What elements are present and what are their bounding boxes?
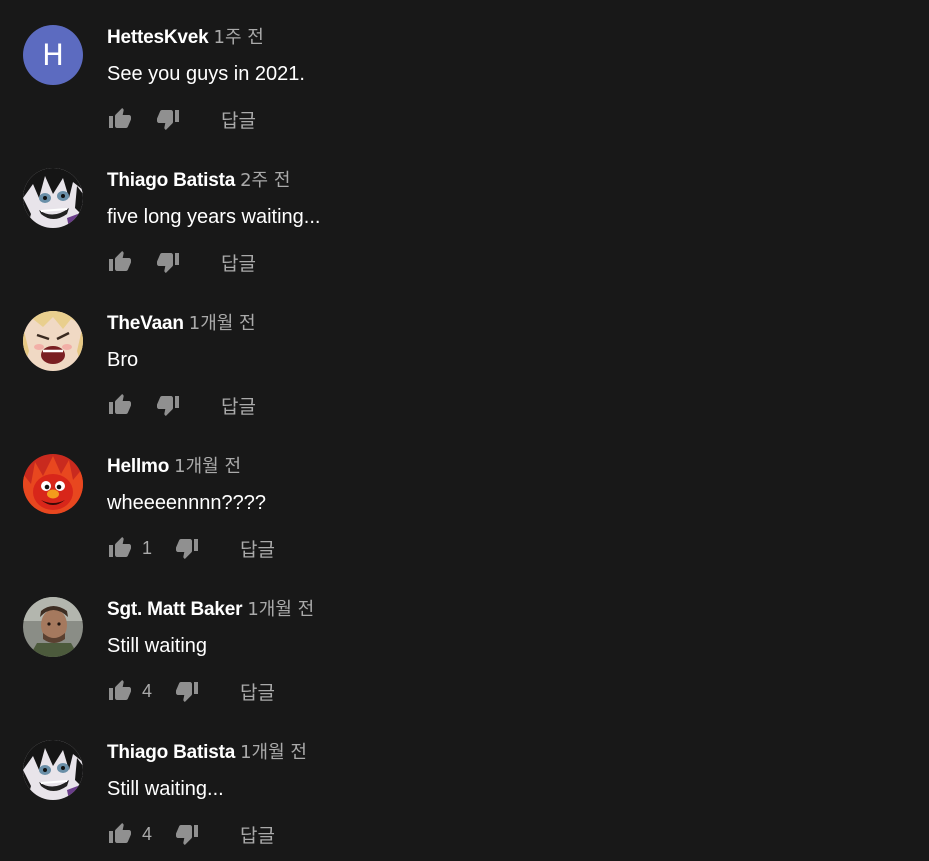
comment-text: wheeeennnn????: [107, 492, 267, 514]
reply-button[interactable]: 답글: [221, 249, 256, 276]
reply-button[interactable]: 답글: [221, 106, 256, 133]
comment-item: Hellmo 1개월 전 wheeeennnn???? 1 답글: [0, 429, 929, 572]
comment-text: Still waiting: [107, 635, 208, 657]
thumbs-up-icon: [109, 108, 131, 128]
like-count: 1: [142, 537, 153, 558]
comment-actions: 답글: [107, 106, 256, 132]
author-name[interactable]: HettesKvek: [107, 27, 209, 48]
comment-time[interactable]: 1주 전: [214, 27, 264, 48]
comment-actions: 답글: [107, 392, 256, 418]
author-name[interactable]: TheVaan: [107, 313, 184, 334]
comment-actions: 4 답글: [107, 678, 275, 704]
comment-actions: 1 답글: [107, 535, 275, 561]
thumbs-down-icon: [176, 682, 199, 702]
comment-list: H HettesKvek 1주 전 See you guys in 2021. 답…: [0, 0, 929, 861]
dislike-button[interactable]: [155, 106, 181, 132]
comment-header: Sgt. Matt Baker 1개월 전: [107, 598, 314, 622]
comment-time[interactable]: 1개월 전: [247, 599, 314, 620]
thumbs-up-icon: [109, 394, 131, 414]
like-button[interactable]: [107, 249, 133, 275]
reply-button[interactable]: 답글: [240, 821, 275, 848]
thumbs-down-icon: [176, 825, 199, 845]
comment-item: TheVaan 1개월 전 Bro 답글: [0, 286, 929, 429]
avatar-letter: H: [23, 25, 83, 85]
thumbs-down-icon: [176, 539, 199, 559]
like-count: 4: [142, 680, 153, 701]
comment-header: Thiago Batista 1개월 전: [107, 741, 307, 765]
author-name[interactable]: Sgt. Matt Baker: [107, 599, 243, 620]
comment-time[interactable]: 1개월 전: [174, 456, 241, 477]
comment-time[interactable]: 1개월 전: [240, 742, 307, 763]
comment-header: TheVaan 1개월 전: [107, 312, 256, 336]
like-button[interactable]: [107, 678, 133, 704]
reply-button[interactable]: 답글: [240, 535, 275, 562]
thumbs-up-icon: [109, 680, 131, 700]
avatar[interactable]: [23, 168, 83, 228]
comment-text: Still waiting...: [107, 778, 224, 800]
thumbs-up-icon: [109, 251, 131, 271]
thumbs-up-icon: [109, 537, 131, 557]
like-button[interactable]: [107, 392, 133, 418]
comment-header: HettesKvek 1주 전: [107, 26, 264, 50]
comment-time[interactable]: 2주 전: [240, 170, 290, 191]
thumbs-down-icon: [157, 396, 179, 416]
dislike-button[interactable]: [174, 821, 200, 847]
comment-time[interactable]: 1개월 전: [189, 313, 256, 334]
like-button[interactable]: [107, 821, 133, 847]
dislike-button[interactable]: [155, 392, 181, 418]
author-name[interactable]: Thiago Batista: [107, 170, 235, 191]
like-count: 4: [142, 823, 153, 844]
avatar[interactable]: [23, 597, 83, 657]
comment-text: Bro: [107, 349, 139, 371]
dislike-button[interactable]: [155, 249, 181, 275]
anime-character-avatar: [23, 740, 83, 800]
thumbs-down-icon: [157, 253, 179, 273]
dislike-button[interactable]: [174, 678, 200, 704]
author-name[interactable]: Hellmo: [107, 456, 169, 477]
comment-text: five long years waiting...: [107, 206, 321, 228]
like-button[interactable]: [107, 535, 133, 561]
reply-button[interactable]: 답글: [240, 678, 275, 705]
comment-item: Sgt. Matt Baker 1개월 전 Still waiting 4 답글: [0, 572, 929, 715]
comment-actions: 답글: [107, 249, 256, 275]
red-puppet-fire-avatar: [23, 454, 83, 514]
comment-item: Thiago Batista 1개월 전 Still waiting... 4 답…: [0, 715, 929, 858]
avatar[interactable]: [23, 311, 83, 371]
reply-button[interactable]: 답글: [221, 392, 256, 419]
anime-face-avatar: [23, 311, 83, 371]
comment-item: H HettesKvek 1주 전 See you guys in 2021. 답…: [0, 0, 929, 143]
comment-header: Hellmo 1개월 전: [107, 455, 241, 479]
comment-item: Thiago Batista 2주 전 five long years waiti…: [0, 143, 929, 286]
thumbs-up-icon: [109, 823, 131, 843]
comment-actions: 4 답글: [107, 821, 275, 847]
avatar[interactable]: [23, 740, 83, 800]
anime-character-avatar: [23, 168, 83, 228]
avatar[interactable]: H: [23, 25, 83, 85]
dislike-button[interactable]: [174, 535, 200, 561]
comment-header: Thiago Batista 2주 전: [107, 169, 290, 193]
avatar[interactable]: [23, 454, 83, 514]
comment-text: See you guys in 2021.: [107, 63, 305, 85]
like-button[interactable]: [107, 106, 133, 132]
soldier-portrait-avatar: [23, 597, 83, 657]
thumbs-down-icon: [157, 110, 179, 130]
author-name[interactable]: Thiago Batista: [107, 742, 235, 763]
